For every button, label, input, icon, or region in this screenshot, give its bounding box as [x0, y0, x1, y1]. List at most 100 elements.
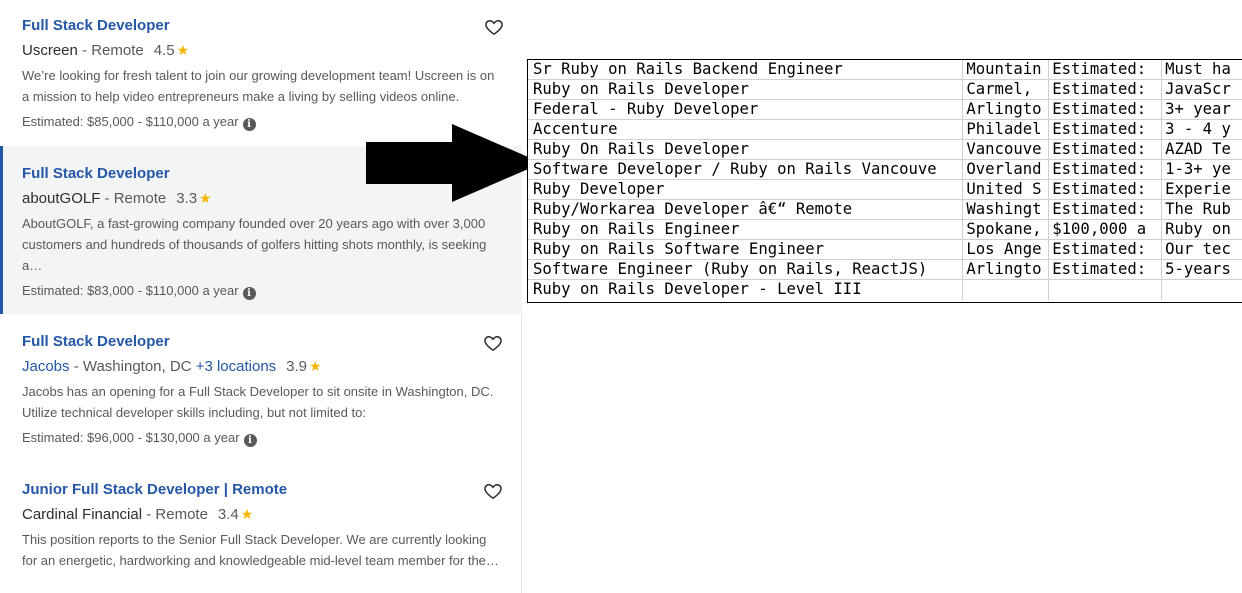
salary-text: Estimated: $96,000 - $130,000 a year — [22, 430, 240, 445]
table-cell-location: United S — [963, 180, 1050, 199]
table-cell-location — [963, 280, 1050, 300]
job-title-link[interactable]: Full Stack Developer — [22, 332, 501, 352]
table-cell-title: Sr Ruby on Rails Backend Engineer — [528, 60, 964, 79]
table-row: Ruby on Rails Developer Carmel, Estimated:… — [528, 80, 1242, 100]
table-row: Ruby on Rails Developer - Level III — [528, 280, 1242, 300]
company-name[interactable]: Jacobs — [22, 358, 70, 375]
company-name: Cardinal Financial — [22, 506, 143, 523]
job-snippet: This position reports to the Senior Full… — [22, 532, 499, 568]
table-cell-location: Carmel, — [963, 80, 1050, 99]
job-location: - Remote — [100, 190, 167, 207]
table-cell-salary: Estimated: — [1049, 180, 1163, 199]
table-cell-location: Mountain — [963, 60, 1050, 79]
table-cell-location: Spokane, — [963, 220, 1050, 239]
table-cell-location: Philadel — [963, 120, 1050, 139]
job-list: Full Stack Developer Uscreen - Remote 4.5… — [0, 0, 522, 593]
company-line: Cardinal Financial - Remote 3.4 ★ — [22, 504, 501, 525]
table-cell-title: Accenture — [528, 120, 964, 139]
info-icon[interactable]: i — [243, 434, 257, 447]
table-cell-location: Overland — [963, 160, 1050, 179]
table-cell-title: Software Developer / Ruby on Rails Vanco… — [528, 160, 964, 179]
company-name: Uscreen — [22, 42, 78, 59]
star-icon: ★ — [309, 358, 322, 374]
salary-text: Estimated: $85,000 - $110,000 a year — [22, 114, 239, 129]
table-row: Federal - Ruby Developer Arlingto Estimate… — [528, 100, 1242, 120]
table-cell-salary: Estimated: — [1049, 240, 1163, 259]
company-rating: 3.3 — [176, 190, 198, 207]
table-cell-salary: Estimated: — [1049, 140, 1163, 159]
table-row: Software Developer / Ruby on Rails Vanco… — [528, 160, 1242, 180]
table-cell-summary: JavaScr — [1165, 80, 1231, 98]
table-row: Sr Ruby on Rails Backend Engineer Mountai… — [528, 60, 1242, 80]
table-cell-salary: Estimated: — [1049, 100, 1163, 119]
job-location: - Washington, DC — [69, 358, 196, 375]
table-row: Ruby on Rails Software Engineer Los Ange E… — [528, 240, 1242, 260]
job-title-link[interactable]: Junior Full Stack Developer | Remote — [22, 480, 501, 500]
table-cell-location: Vancouve — [963, 140, 1050, 159]
table-cell-summary: Experie — [1165, 180, 1231, 198]
table-cell-location: Los Ange — [963, 240, 1050, 259]
job-title-link[interactable]: Full Stack Developer — [22, 16, 502, 36]
table-cell-summary: 1-3+ ye — [1165, 160, 1231, 178]
table-cell-summary: AZAD Te — [1165, 140, 1231, 158]
table-row: Ruby/Workarea Developer â€“ Remote Washin… — [528, 200, 1242, 220]
company-rating: 3.9 — [286, 358, 308, 375]
more-locations-link[interactable]: +3 locations — [196, 358, 276, 375]
table-cell-title: Ruby on Rails Developer — [528, 80, 964, 99]
job-card[interactable]: Junior Full Stack Developer | Remote Car… — [0, 464, 522, 593]
table-cell-summary — [1162, 280, 1242, 300]
star-icon: ★ — [240, 506, 254, 522]
company-line: Jacobs - Washington, DC +3 locations 3.9 ★ — [22, 356, 501, 377]
table-row: Ruby On Rails Developer Vancouve Estimated… — [528, 140, 1242, 160]
table-cell-location: Arlingto — [963, 260, 1050, 279]
table-cell-summary: Our tec — [1165, 240, 1231, 258]
table-cell-summary: 3 - 4 y — [1165, 120, 1231, 138]
table-cell-summary: 5-years — [1165, 260, 1231, 278]
table-row: Accenture Philadel Estimated: 3 - 4 y — [528, 120, 1242, 140]
table-cell-title: Ruby On Rails Developer — [528, 140, 964, 159]
info-icon[interactable]: i — [242, 118, 256, 131]
table-cell-salary — [1049, 280, 1163, 300]
company-rating: 4.5 — [153, 42, 175, 59]
table-cell-salary: Estimated: — [1049, 200, 1163, 219]
table-cell-salary: Estimated: — [1049, 120, 1163, 139]
star-icon: ★ — [176, 42, 190, 58]
table-cell-salary: Estimated: — [1049, 60, 1163, 79]
heart-outline-icon[interactable] — [484, 17, 504, 37]
table-cell-title: Software Engineer (Ruby on Rails, ReactJ… — [528, 260, 964, 279]
company-rating: 3.4 — [217, 506, 239, 523]
results-table: Sr Ruby on Rails Backend Engineer Mountai… — [527, 59, 1242, 303]
job-card[interactable]: Full Stack Developer Jacobs - Washington… — [0, 314, 522, 464]
table-cell-title: Ruby on Rails Software Engineer — [528, 240, 964, 259]
table-cell-location: Arlingto — [963, 100, 1050, 119]
table-cell-salary: $100,000 a — [1049, 220, 1163, 239]
table-cell-salary: Estimated: — [1049, 160, 1163, 179]
table-row: Ruby on Rails Engineer Spokane, $100,000 a… — [528, 220, 1242, 240]
job-snippet: AboutGOLF, a fast-growing company founde… — [22, 216, 487, 273]
table-cell-summary: Ruby on — [1165, 220, 1231, 238]
right-arrow — [366, 124, 542, 202]
table-cell-title: Ruby on Rails Developer - Level III — [528, 280, 964, 300]
table-cell-title: Ruby/Workarea Developer â€“ Remote — [528, 200, 964, 219]
table-cell-title: Ruby Developer — [528, 180, 964, 199]
table-cell-summary: Must ha — [1165, 60, 1231, 78]
table-cell-salary: Estimated: — [1049, 260, 1163, 279]
star-icon: ★ — [199, 190, 212, 206]
company-line: Uscreen - Remote 4.5 ★ — [22, 40, 502, 61]
job-location: - Remote — [142, 506, 208, 523]
table-row: Software Engineer (Ruby on Rails, ReactJ… — [528, 260, 1242, 280]
table-row: Ruby Developer United S Estimated: Experie — [528, 180, 1242, 200]
heart-outline-icon[interactable] — [483, 333, 503, 353]
heart-outline-icon[interactable] — [483, 481, 503, 501]
job-snippet: Jacobs has an opening for a Full Stack D… — [22, 384, 494, 420]
info-icon[interactable]: i — [242, 287, 256, 300]
salary-estimate: Estimated: $96,000 - $130,000 a year i — [22, 428, 501, 448]
table-cell-title: Ruby on Rails Engineer — [528, 220, 964, 239]
company-name: aboutGOLF — [22, 190, 101, 207]
job-snippet: We’re looking for fresh talent to join o… — [22, 68, 495, 104]
table-cell-summary: 3+ year — [1165, 100, 1231, 118]
salary-text: Estimated: $83,000 - $110,000 a year — [22, 283, 239, 298]
table-cell-title: Federal - Ruby Developer — [528, 100, 964, 119]
job-location: - Remote — [77, 42, 144, 59]
table-cell-location: Washingt — [963, 200, 1050, 219]
